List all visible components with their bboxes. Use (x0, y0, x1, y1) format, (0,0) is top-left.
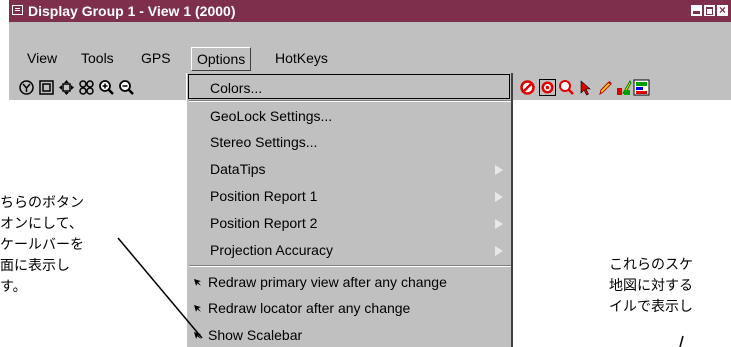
submenu-arrow-icon (495, 219, 503, 229)
geolock-icon[interactable] (18, 79, 35, 96)
callout-line: す。 (0, 279, 27, 295)
menu-item-label: Colors... (210, 80, 263, 96)
callout-line: ちらのボタン (0, 195, 84, 211)
callout-line: ケールバーを (0, 237, 84, 253)
menu-separator (189, 100, 511, 102)
menu-view[interactable]: View (27, 50, 57, 66)
check-mark-icon (194, 305, 201, 312)
zoom-extents-icon[interactable] (78, 79, 95, 96)
leader-line-right (679, 335, 684, 347)
pan-icon[interactable] (58, 79, 75, 96)
menu-item-label: Redraw primary view after any change (208, 274, 447, 290)
menu-options[interactable]: Options (191, 47, 252, 71)
select-pointer-icon[interactable] (577, 79, 594, 96)
callout-line: イルで表示し (609, 299, 693, 315)
menu-item-position-report-1[interactable]: Position Report 1 (187, 184, 511, 208)
maximize-button[interactable] (703, 4, 716, 17)
magnifier-icon[interactable] (558, 79, 575, 96)
menu-item-label: Show Scalebar (208, 327, 303, 343)
fullview-icon[interactable] (38, 79, 55, 96)
menu-item-geolock-settings[interactable]: GeoLock Settings... (187, 104, 511, 128)
callout-left: ちらのボタン オンにして、 ケールバーを 面に表示し す。 (0, 193, 84, 298)
menu-item-show-scalebar[interactable]: Show Scalebar (187, 323, 511, 347)
zoom-in-icon[interactable] (98, 79, 115, 96)
submenu-arrow-icon (495, 165, 503, 175)
zoom-out-icon[interactable] (118, 79, 135, 96)
menu-item-stereo-settings[interactable]: Stereo Settings... (187, 130, 511, 154)
callout-line: 面に表示し (0, 258, 70, 274)
window-menu-icon[interactable] (12, 5, 23, 15)
callout-right: これらのスケ 地図に対する イルで表示し (609, 255, 693, 318)
check-mark-icon (194, 279, 201, 286)
menu-item-label: Position Report 2 (210, 215, 318, 231)
target-icon[interactable] (539, 79, 556, 96)
menu-item-label: Position Report 1 (210, 188, 318, 204)
menu-item-label: Redraw locator after any change (208, 300, 411, 316)
no-entry-icon[interactable] (519, 79, 536, 96)
menu-gps[interactable]: GPS (141, 50, 171, 66)
title-bar[interactable]: Display Group 1 - View 1 (2000) × (9, 0, 731, 22)
menu-item-label: Stereo Settings... (210, 134, 318, 150)
submenu-arrow-icon (495, 192, 503, 202)
options-dropdown-menu: Colors... GeoLock Settings... Stereo Set… (186, 73, 513, 347)
callout-line: 地図に対する (609, 278, 693, 294)
menu-item-redraw-primary-view[interactable]: Redraw primary view after any change (187, 270, 511, 294)
menu-tools[interactable]: Tools (81, 50, 114, 66)
menu-item-label: GeoLock Settings... (210, 108, 333, 124)
close-button[interactable]: × (716, 4, 729, 17)
check-mark-icon (194, 332, 201, 339)
layer-controls-icon[interactable] (633, 79, 650, 96)
callout-line: これらのスケ (609, 257, 693, 273)
menu-item-position-report-2[interactable]: Position Report 2 (187, 211, 511, 235)
draw-tools-icon[interactable] (615, 79, 632, 96)
menu-item-label: Projection Accuracy (210, 242, 333, 258)
menu-item-projection-accuracy[interactable]: Projection Accuracy (187, 238, 511, 262)
window-title: Display Group 1 - View 1 (2000) (28, 3, 236, 19)
menu-bar: View Tools GPS Options HotKeys (9, 47, 731, 71)
menu-item-redraw-locator[interactable]: Redraw locator after any change (187, 296, 511, 320)
minimize-button[interactable] (690, 4, 703, 17)
submenu-arrow-icon (495, 246, 503, 256)
menu-item-label: DataTips (210, 161, 266, 177)
callout-line: オンにして、 (0, 216, 83, 232)
pencil-icon[interactable] (597, 79, 614, 96)
menu-hotkeys[interactable]: HotKeys (275, 50, 328, 66)
menu-separator (189, 265, 511, 267)
menu-item-datatips[interactable]: DataTips (187, 157, 511, 181)
menu-item-colors[interactable]: Colors... (187, 76, 511, 100)
